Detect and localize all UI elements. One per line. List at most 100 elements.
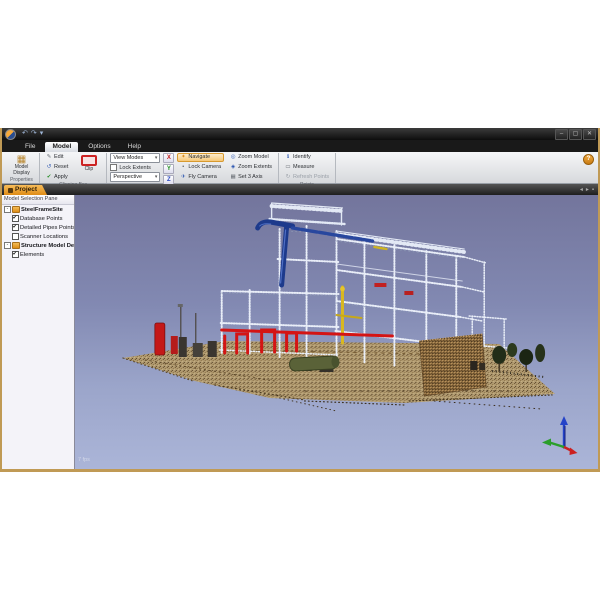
scroll-right-icon[interactable]: ▸ (586, 186, 589, 195)
reset-label: Reset (54, 164, 68, 171)
application-window: ↶ ↷ ▾ – ▢ ✕ File Model Options Help ▦ Mo… (0, 128, 600, 472)
checkbox[interactable]: ✔ (12, 251, 19, 258)
ribbon-group-points: ℹ Identify ▭ Measure ↻ Refresh Points Po… (279, 153, 336, 183)
set-axis-button[interactable]: ▦ Set 3 Axis (227, 173, 275, 182)
pane-title: Model Selection Pane (2, 195, 74, 205)
maximize-button[interactable]: ▢ (569, 129, 582, 140)
tree-item-label: Database Points (20, 215, 63, 223)
checkbox[interactable]: ✔ (12, 215, 19, 222)
tab-options[interactable]: Options (81, 142, 117, 152)
panel-nav: ◂ ▸ ▪ (580, 186, 594, 195)
tree-item-label: SteelFrameSite (21, 206, 63, 214)
tree-item-label: Elements (20, 251, 44, 259)
tree-item-detailed-pipes-points[interactable]: ✔ Detailed Pipes Points (2, 223, 74, 232)
tree-item-label: Scanner Locations (20, 233, 68, 241)
checkbox[interactable]: ✔ (12, 224, 19, 231)
ribbon-group-clipping-box: ✎ Edit ↺ Reset ✔ Apply Clip (40, 153, 107, 183)
apply-label: Apply (54, 174, 68, 181)
edit-button[interactable]: ✎ Edit (43, 153, 71, 162)
ribbon-tab-strip: File Model Options Help (2, 140, 598, 152)
navigate-label: Navigate (188, 154, 210, 161)
main-area: Model Selection Pane - SteelFrameSite ✔ … (2, 195, 598, 469)
reset-button[interactable]: ↺ Reset (43, 163, 71, 172)
model-node-icon (12, 242, 20, 249)
panel-menu-icon[interactable]: ▪ (592, 186, 594, 195)
fly-camera-icon: ✈ (180, 174, 186, 181)
tree-item-label: Detailed Pipes Points (20, 224, 74, 232)
measure-icon: ▭ (285, 164, 291, 171)
checkbox[interactable] (12, 233, 19, 240)
lock-camera-label: Lock Camera (188, 164, 221, 171)
apply-button[interactable]: ✔ Apply (43, 173, 71, 182)
y-axis-button[interactable]: Y (163, 164, 174, 174)
tree-item-structure-model[interactable]: - Structure Model DevelopedCMT (2, 241, 74, 250)
identify-button[interactable]: ℹ Identify (282, 153, 332, 162)
project-tab-label: Project (15, 186, 37, 194)
help-button[interactable]: ? (583, 154, 594, 165)
lock-extents-label: Lock Extents (119, 165, 151, 171)
redo-icon[interactable]: ↷ (31, 129, 37, 139)
zoom-model-label: Zoom Model (238, 154, 269, 161)
x-axis-button[interactable]: X (163, 153, 174, 163)
tree-item-steelframesite[interactable]: - SteelFrameSite (2, 205, 74, 214)
quick-access-menu-icon[interactable]: ▾ (40, 129, 44, 139)
tree-item-scanner-locations[interactable]: Scanner Locations (2, 232, 74, 241)
zoom-extents-label: Zoom Extents (238, 164, 272, 171)
refresh-points-button[interactable]: ↻ Refresh Points (282, 173, 332, 182)
tab-model[interactable]: Model (45, 142, 78, 152)
viewport-3d[interactable]: 7 fps (75, 195, 598, 469)
set-axis-icon: ▦ (230, 174, 236, 181)
close-button[interactable]: ✕ (583, 129, 596, 140)
perspective-value: Perspective (113, 174, 142, 180)
navigate-button[interactable]: ✦ Navigate (177, 153, 224, 162)
check-icon: ✔ (13, 224, 18, 230)
app-logo-icon[interactable] (5, 129, 16, 140)
tab-file[interactable]: File (18, 142, 42, 152)
zoom-model-icon: ◎ (230, 154, 236, 161)
identify-label: Identify (293, 154, 311, 161)
lock-extents-checkbox[interactable]: Lock Extents (110, 164, 160, 171)
window-controls: – ▢ ✕ (555, 129, 596, 140)
check-icon: ✔ (13, 215, 18, 221)
zoom-model-button[interactable]: ◎ Zoom Model (227, 153, 275, 162)
tab-help[interactable]: Help (121, 142, 148, 152)
title-bar: ↶ ↷ ▾ – ▢ ✕ (2, 128, 598, 140)
identify-icon: ℹ (285, 154, 291, 161)
tree-item-elements[interactable]: ✔ Elements (2, 250, 74, 259)
tree-item-label: Structure Model DevelopedCMT (21, 242, 74, 250)
refresh-points-label: Refresh Points (293, 174, 329, 181)
point-cloud-scene[interactable] (75, 195, 598, 469)
lock-camera-icon: ▪ (180, 164, 186, 171)
collapse-icon[interactable]: - (4, 206, 11, 213)
clip-button[interactable]: Clip (74, 153, 103, 174)
quick-access-toolbar: ↶ ↷ ▾ (22, 129, 43, 139)
chevron-down-icon: ▾ (155, 174, 158, 180)
tab-project[interactable]: Project (4, 185, 47, 195)
set-axis-label: Set 3 Axis (238, 174, 262, 181)
clip-label: Clip (85, 167, 94, 173)
model-display-button[interactable]: ▦ Model Display (7, 153, 36, 177)
perspective-dropdown[interactable]: Perspective ▾ (110, 172, 160, 182)
fly-camera-button[interactable]: ✈ Fly Camera (177, 173, 224, 182)
minimize-button[interactable]: – (555, 129, 568, 140)
ribbon: ▦ Model Display Properties ✎ Edit ↺ Rese… (2, 152, 598, 184)
project-tab-icon (8, 188, 13, 193)
axis-triad-icon (542, 415, 586, 457)
scroll-left-icon[interactable]: ◂ (580, 186, 583, 195)
scan-project-icon (12, 206, 20, 213)
undo-icon[interactable]: ↶ (22, 129, 28, 139)
view-modes-dropdown[interactable]: View Modes ▾ (110, 153, 160, 163)
fly-camera-label: Fly Camera (188, 174, 216, 181)
clip-box-icon (81, 155, 97, 166)
measure-button[interactable]: ▭ Measure (282, 163, 332, 172)
tree-item-database-points[interactable]: ✔ Database Points (2, 214, 74, 223)
ribbon-group-properties: ▦ Model Display Properties (4, 153, 40, 183)
checkbox-icon (110, 164, 117, 171)
navigate-icon: ✦ (180, 154, 186, 161)
collapse-icon[interactable]: - (4, 242, 11, 249)
chevron-down-icon: ▾ (155, 155, 158, 161)
panel-tab-strip: Project ◂ ▸ ▪ (2, 184, 598, 195)
lock-camera-button[interactable]: ▪ Lock Camera (177, 163, 224, 172)
apply-icon: ✔ (46, 174, 52, 181)
zoom-extents-button[interactable]: ◈ Zoom Extents (227, 163, 275, 172)
